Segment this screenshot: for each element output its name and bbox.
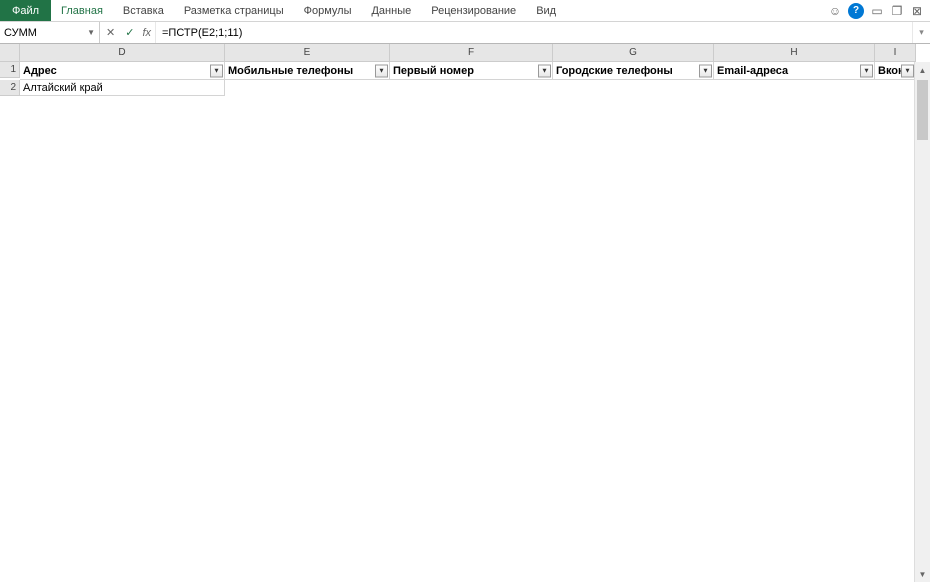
col-header-F[interactable]: F: [390, 44, 553, 62]
filter-button-D[interactable]: ▾: [210, 64, 223, 77]
header-label: Городские телефоны: [556, 65, 673, 77]
col-header-E[interactable]: E: [225, 44, 390, 62]
col-header-I[interactable]: I: [875, 44, 916, 62]
cancel-formula-icon[interactable]: ✕: [104, 26, 117, 39]
ribbon-tab-formulas[interactable]: Формулы: [294, 0, 362, 21]
cell-D2[interactable]: Алтайский край: [20, 80, 225, 96]
filter-button-H[interactable]: ▾: [860, 64, 873, 77]
filter-button-G[interactable]: ▾: [699, 64, 712, 77]
sheet-area: DEFGHI1Адрес▾Мобильные телефоны▾Первый н…: [0, 44, 930, 582]
filter-button-F[interactable]: ▾: [538, 64, 551, 77]
ribbon-tab-layout[interactable]: Разметка страницы: [174, 0, 294, 21]
file-tab[interactable]: Файл: [0, 0, 51, 21]
col-header-G[interactable]: G: [553, 44, 714, 62]
scroll-thumb[interactable]: [917, 80, 928, 140]
fx-icon[interactable]: fx: [142, 27, 151, 39]
header-cell-E[interactable]: Мобильные телефоны ▾: [225, 62, 390, 80]
smiley-icon[interactable]: ☺: [828, 4, 842, 18]
header-cell-D[interactable]: Адрес ▾: [20, 62, 225, 80]
help-icon[interactable]: ?: [848, 3, 864, 19]
filter-button-E[interactable]: ▾: [375, 64, 388, 77]
close-icon[interactable]: ⊠: [910, 4, 924, 18]
ribbon-tab-data[interactable]: Данные: [361, 0, 421, 21]
row-header-1[interactable]: 1: [0, 62, 20, 78]
row-header-2[interactable]: 2: [0, 80, 20, 96]
header-label: Мобильные телефоны: [228, 65, 353, 77]
header-cell-H[interactable]: Email-адреса ▾: [714, 62, 875, 80]
vertical-scrollbar[interactable]: ▲ ▼: [914, 62, 930, 582]
filter-button-I[interactable]: ▾: [901, 64, 914, 77]
restore-icon[interactable]: ❐: [890, 4, 904, 18]
accept-formula-icon[interactable]: ✓: [123, 26, 136, 39]
scroll-up-icon[interactable]: ▲: [915, 62, 930, 78]
ribbon: Файл Главная Вставка Разметка страницы Ф…: [0, 0, 930, 22]
formula-expand-icon[interactable]: ▾: [912, 22, 930, 43]
col-header-D[interactable]: D: [20, 44, 225, 62]
col-header-H[interactable]: H: [714, 44, 875, 62]
name-box-dropdown-icon[interactable]: ▼: [87, 28, 95, 37]
formula-bar: ▼ ✕ ✓ fx ▾: [0, 22, 930, 44]
header-label: Адрес: [23, 65, 57, 77]
cell-value: Алтайский край: [23, 82, 103, 94]
header-cell-F[interactable]: Первый номер ▾: [390, 62, 553, 80]
name-box[interactable]: ▼: [0, 22, 100, 43]
header-cell-I[interactable]: Вконта▾: [875, 62, 916, 80]
ribbon-tab-view[interactable]: Вид: [526, 0, 566, 21]
formula-input[interactable]: [162, 27, 906, 39]
ribbon-tab-review[interactable]: Рецензирование: [421, 0, 526, 21]
name-box-input[interactable]: [4, 27, 74, 39]
ribbon-minimize-icon[interactable]: ▭: [870, 4, 884, 18]
header-cell-G[interactable]: Городские телефоны ▾: [553, 62, 714, 80]
header-label: Первый номер: [393, 65, 474, 77]
header-label: Email-адреса: [717, 65, 788, 77]
select-all-corner[interactable]: [0, 44, 20, 62]
ribbon-tab-insert[interactable]: Вставка: [113, 0, 174, 21]
scroll-down-icon[interactable]: ▼: [915, 566, 930, 582]
ribbon-tab-home[interactable]: Главная: [51, 0, 113, 21]
